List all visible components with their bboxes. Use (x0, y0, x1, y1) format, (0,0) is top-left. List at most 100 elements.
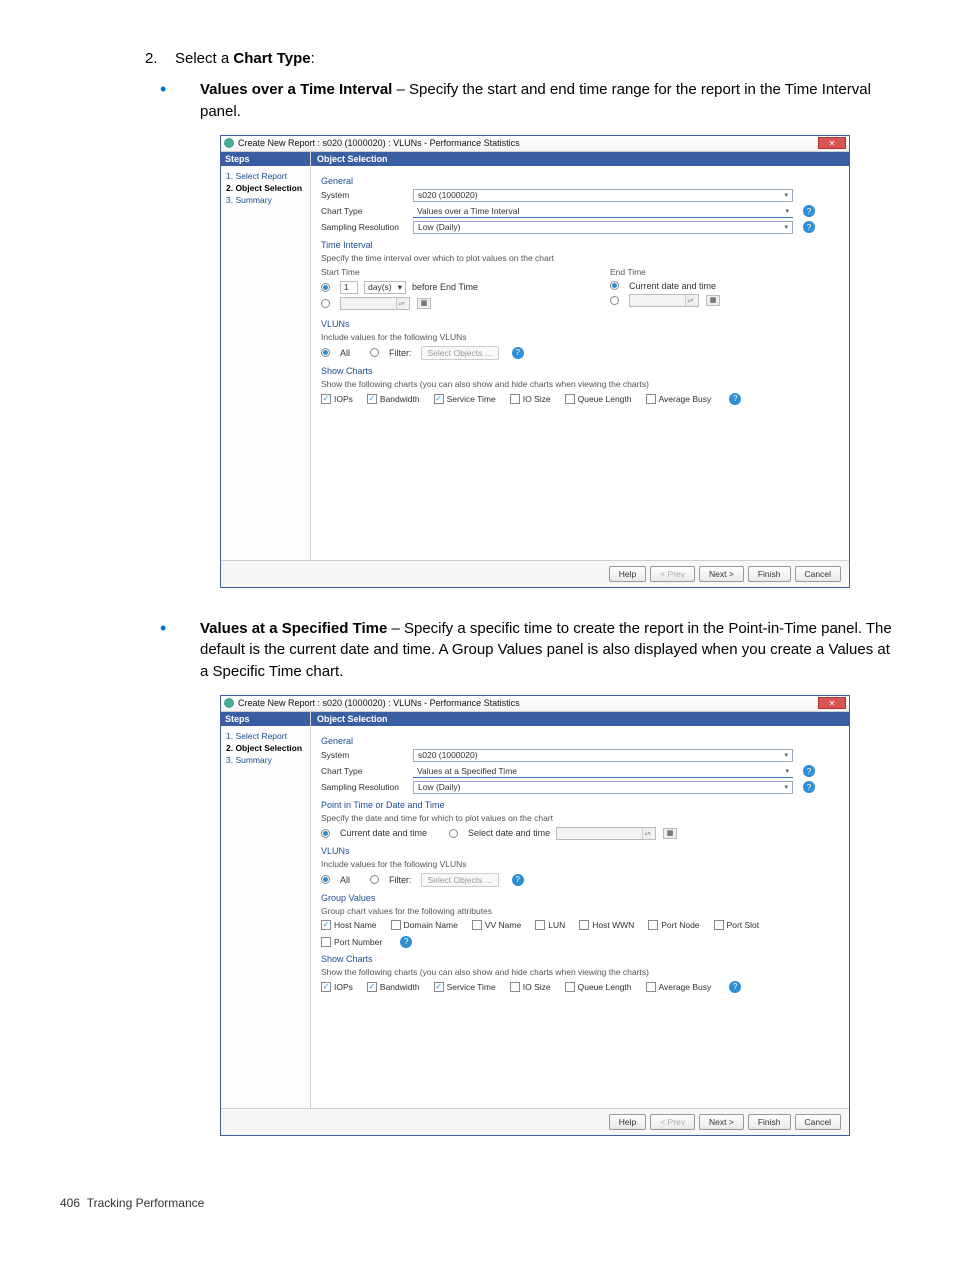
bullet-icon: • (160, 79, 200, 123)
system-select[interactable]: s020 (1000020)▾ (413, 749, 793, 762)
start-datetime-radio[interactable] (321, 299, 330, 308)
cancel-button[interactable]: Cancel (795, 1114, 841, 1130)
start-qty-input[interactable]: 1 (340, 281, 358, 294)
chevron-down-icon: ▾ (785, 207, 789, 215)
vluns-filter-radio[interactable] (370, 875, 379, 884)
sidebar-item-summary[interactable]: 3. Summary (226, 754, 305, 766)
help-icon[interactable]: ? (729, 981, 741, 993)
step-text: Select a Chart Type: (175, 50, 315, 67)
average-busy-checkbox[interactable] (646, 982, 656, 992)
finish-button[interactable]: Finish (748, 566, 791, 582)
bullet-icon: • (160, 618, 200, 683)
port-slot-checkbox[interactable] (714, 920, 724, 930)
bandwidth-checkbox[interactable] (367, 982, 377, 992)
content-pane: Object Selection General System s020 (10… (311, 712, 849, 1108)
close-icon[interactable]: ✕ (818, 137, 846, 149)
help-button[interactable]: Help (609, 1114, 646, 1130)
io-size-checkbox[interactable] (510, 982, 520, 992)
service-time-checkbox[interactable] (434, 982, 444, 992)
step-number: 2. (145, 50, 175, 67)
io-size-checkbox[interactable] (510, 394, 520, 404)
chevron-down-icon: ▾ (784, 783, 788, 791)
end-current-radio[interactable] (610, 281, 619, 290)
end-datetime-radio[interactable] (610, 296, 619, 305)
start-unit-select[interactable]: day(s)▾ (364, 281, 406, 294)
sidebar-item-object-selection[interactable]: 2. Object Selection (226, 182, 305, 194)
chevron-down-icon: ▾ (784, 223, 788, 231)
end-datetime-input[interactable]: ▴▾ (629, 294, 699, 307)
screenshot-specified-time: Create New Report : s020 (1000020) : VLU… (220, 695, 850, 1136)
start-datetime-input[interactable]: ▴▾ (340, 297, 410, 310)
domain-name-checkbox[interactable] (391, 920, 401, 930)
bandwidth-checkbox[interactable] (367, 394, 377, 404)
next-button[interactable]: Next > (699, 1114, 744, 1130)
iops-checkbox[interactable] (321, 394, 331, 404)
chart-type-select[interactable]: Values over a Time Interval▾ (413, 205, 793, 218)
dialog-footer: Help < Prev Next > Finish Cancel (221, 560, 849, 587)
page-number: 406 (60, 1196, 80, 1210)
finish-button[interactable]: Finish (748, 1114, 791, 1130)
chart-type-select[interactable]: Values at a Specified Time▾ (413, 765, 793, 778)
page-footer: 406 Tracking Performance (60, 1196, 894, 1210)
numbered-step: 2. Select a Chart Type: (145, 50, 894, 67)
window-title: Create New Report : s020 (1000020) : VLU… (238, 138, 520, 148)
help-icon[interactable]: ? (729, 393, 741, 405)
steps-sidebar: Steps 1. Select Report 2. Object Selecti… (221, 152, 311, 560)
sidebar-item-summary[interactable]: 3. Summary (226, 194, 305, 206)
window-title: Create New Report : s020 (1000020) : VLU… (238, 698, 520, 708)
select-objects-button[interactable]: Select Objects ... (421, 873, 499, 887)
port-number-checkbox[interactable] (321, 937, 331, 947)
show-charts-row: IOPs Bandwidth Service Time IO Size Queu… (321, 393, 839, 405)
help-button[interactable]: Help (609, 566, 646, 582)
calendar-icon[interactable]: ▦ (706, 295, 720, 306)
queue-length-checkbox[interactable] (565, 982, 575, 992)
screenshot-time-interval: Create New Report : s020 (1000020) : VLU… (220, 135, 850, 588)
queue-length-checkbox[interactable] (565, 394, 575, 404)
pit-select-radio[interactable] (449, 829, 458, 838)
sidebar-item-select-report[interactable]: 1. Select Report (226, 730, 305, 742)
sidebar-item-select-report[interactable]: 1. Select Report (226, 170, 305, 182)
pit-current-radio[interactable] (321, 829, 330, 838)
close-icon[interactable]: ✕ (818, 697, 846, 709)
select-objects-button[interactable]: Select Objects ... (421, 346, 499, 360)
app-icon (224, 138, 234, 148)
help-icon[interactable]: ? (400, 936, 412, 948)
bullet-item-time-interval: • Values over a Time Interval – Specify … (160, 79, 894, 123)
cancel-button[interactable]: Cancel (795, 566, 841, 582)
prev-button[interactable]: < Prev (650, 566, 695, 582)
titlebar: Create New Report : s020 (1000020) : VLU… (221, 696, 849, 712)
host-wwn-checkbox[interactable] (579, 920, 589, 930)
start-relative-radio[interactable] (321, 283, 330, 292)
service-time-checkbox[interactable] (434, 394, 444, 404)
titlebar: Create New Report : s020 (1000020) : VLU… (221, 136, 849, 152)
steps-sidebar: Steps 1. Select Report 2. Object Selecti… (221, 712, 311, 1108)
iops-checkbox[interactable] (321, 982, 331, 992)
help-icon[interactable]: ? (803, 205, 815, 217)
host-name-checkbox[interactable] (321, 920, 331, 930)
help-icon[interactable]: ? (512, 347, 524, 359)
help-icon[interactable]: ? (803, 221, 815, 233)
lun-checkbox[interactable] (535, 920, 545, 930)
sampling-select[interactable]: Low (Daily)▾ (413, 221, 793, 234)
pit-datetime-input[interactable]: ▴▾ (556, 827, 656, 840)
system-select[interactable]: s020 (1000020)▾ (413, 189, 793, 202)
sidebar-item-object-selection[interactable]: 2. Object Selection (226, 742, 305, 754)
chevron-down-icon: ▾ (785, 767, 789, 775)
vluns-all-radio[interactable] (321, 875, 330, 884)
sampling-select[interactable]: Low (Daily)▾ (413, 781, 793, 794)
vv-name-checkbox[interactable] (472, 920, 482, 930)
calendar-icon[interactable]: ▦ (417, 298, 431, 309)
next-button[interactable]: Next > (699, 566, 744, 582)
average-busy-checkbox[interactable] (646, 394, 656, 404)
app-icon (224, 698, 234, 708)
prev-button[interactable]: < Prev (650, 1114, 695, 1130)
group-values-row: Host Name Domain Name VV Name LUN Host W… (321, 920, 839, 948)
port-node-checkbox[interactable] (648, 920, 658, 930)
help-icon[interactable]: ? (803, 765, 815, 777)
help-icon[interactable]: ? (512, 874, 524, 886)
calendar-icon[interactable]: ▦ (663, 828, 677, 839)
vluns-all-radio[interactable] (321, 348, 330, 357)
help-icon[interactable]: ? (803, 781, 815, 793)
footer-section: Tracking Performance (87, 1196, 205, 1210)
vluns-filter-radio[interactable] (370, 348, 379, 357)
